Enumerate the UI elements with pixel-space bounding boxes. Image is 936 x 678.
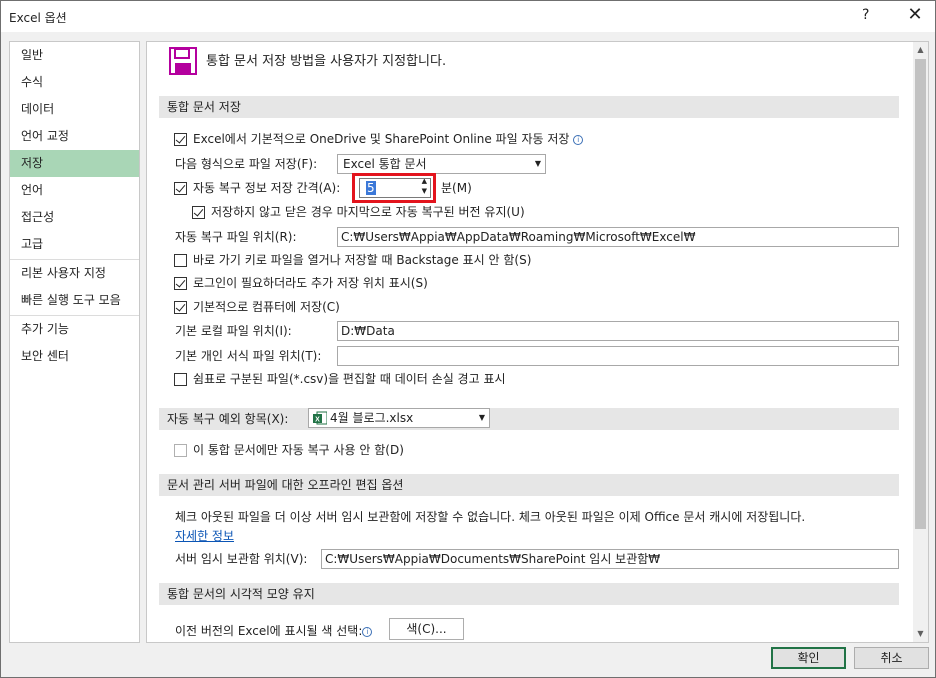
csv-data-loss-warning-label: 쉼표로 구분된 파일(*.csv)을 편집할 때 데이터 손실 경고 표시 [193,372,506,386]
sidebar-item-general[interactable]: 일반 [10,42,139,69]
sidebar-item-quick-access-toolbar[interactable]: 빠른 실행 도구 모음 [10,287,139,314]
save-to-computer-checkbox[interactable] [174,301,187,314]
svg-text:X: X [315,417,320,424]
sidebar-item-formulas[interactable]: 수식 [10,69,139,96]
help-icon[interactable]: ? [862,7,869,23]
scrollbar-thumb[interactable] [915,59,926,529]
keep-last-autorecovered-checkbox[interactable] [192,206,205,219]
server-drafts-location-label: 서버 임시 보관함 위치(V): [175,552,308,566]
disable-autorecover-label: 이 통합 문서에만 자동 복구 사용 안 함(D) [193,443,404,457]
section-offline-editing: 문서 관리 서버 파일에 대한 오프라인 편집 옵션 [159,474,899,496]
section-visual-appearance: 통합 문서의 시각적 모양 유지 [159,583,899,605]
local-file-location-label: 기본 로컬 파일 위치(I): [175,324,292,338]
section-save-workbooks: 통합 문서 저장 [159,96,899,118]
sidebar-item-add-ins[interactable]: 추가 기능 [10,316,139,343]
autorecover-unit-label: 분(M) [441,181,472,195]
server-drafts-location-input[interactable]: C:₩Users₩Appia₩Documents₩SharePoint 임시 보… [321,549,899,569]
scroll-up-icon[interactable]: ▲ [913,42,928,58]
autorecover-checkbox[interactable] [174,182,187,195]
offline-editing-description: 체크 아웃된 파일을 더 이상 서버 임시 보관함에 저장할 수 없습니다. 체… [175,510,806,524]
personal-templates-location-input[interactable] [337,346,899,366]
legacy-colors-label: 이전 버전의 Excel에 표시될 색 선택: i [175,623,373,639]
sidebar: 일반 수식 데이터 언어 교정 저장 언어 접근성 고급 리본 사용자 지정 빠… [9,41,140,643]
title-bar: Excel 옵션 ? ✕ [1,1,935,32]
cancel-button[interactable]: 취소 [854,647,929,669]
disable-autorecover-checkbox[interactable] [174,444,187,457]
onedrive-autosave-checkbox[interactable] [174,133,187,146]
autorecover-exceptions-dropdown[interactable]: X 4월 블로그.xlsx ▼ [308,408,490,428]
close-icon[interactable]: ✕ [905,4,925,25]
save-format-dropdown[interactable]: Excel 통합 문서 ▼ [337,154,546,174]
save-format-label: 다음 형식으로 파일 저장(F): [175,157,318,171]
autorecover-exceptions-file: 4월 블로그.xlsx [330,411,414,425]
page-header-text: 통합 문서 저장 방법을 사용자가 지정합니다. [206,54,447,69]
autorecover-label: 자동 복구 정보 저장 간격(A): [193,181,341,195]
save-format-value: Excel 통합 문서 [343,157,427,171]
info-icon[interactable]: i [362,626,373,637]
autorecover-location-label: 자동 복구 파일 위치(R): [175,230,297,244]
scroll-down-icon[interactable]: ▼ [913,626,928,642]
save-disk-icon [169,47,197,75]
no-backstage-label: 바로 가기 키로 파일을 열거나 저장할 때 Backstage 표시 안 함(… [193,253,532,267]
sidebar-item-advanced[interactable]: 고급 [10,231,139,258]
excel-file-icon: X [313,411,327,425]
keep-last-autorecovered-label: 저장하지 않고 닫은 경우 마지막으로 자동 복구된 버전 유지(U) [211,205,525,219]
personal-templates-location-label: 기본 개인 서식 파일 위치(T): [175,349,322,363]
vertical-scrollbar[interactable]: ▲ ▼ [913,42,928,642]
highlight-box [352,173,436,203]
sidebar-item-proofing[interactable]: 언어 교정 [10,123,139,150]
save-to-computer-label: 기본적으로 컴퓨터에 저장(C) [193,300,340,314]
local-file-location-input[interactable]: D:₩Data [337,321,899,341]
section-autorecover-exceptions: 자동 복구 예외 항목(X): [159,408,899,430]
no-backstage-checkbox[interactable] [174,254,187,267]
sidebar-item-trust-center[interactable]: 보안 센터 [10,343,139,370]
excel-options-dialog: Excel 옵션 ? ✕ 일반 수식 데이터 언어 교정 저장 언어 접근성 고… [0,0,936,678]
sidebar-item-accessibility[interactable]: 접근성 [10,204,139,231]
chevron-down-icon: ▼ [534,159,541,168]
sidebar-item-save[interactable]: 저장 [10,150,139,177]
sidebar-item-language[interactable]: 언어 [10,177,139,204]
csv-data-loss-warning-checkbox[interactable] [174,373,187,386]
autorecover-location-input[interactable]: C:₩Users₩Appia₩AppData₩Roaming₩Microsoft… [337,227,899,247]
show-additional-places-checkbox[interactable] [174,277,187,290]
onedrive-autosave-label: Excel에서 기본적으로 OneDrive 및 SharePoint Onli… [193,131,584,147]
colors-button[interactable]: 색(C)... [389,618,464,640]
show-additional-places-label: 로그인이 필요하더라도 추가 저장 위치 표시(S) [193,276,428,290]
sidebar-item-customize-ribbon[interactable]: 리본 사용자 지정 [10,260,139,287]
ok-button[interactable]: 확인 [771,647,846,669]
info-icon[interactable]: i [573,134,584,145]
learn-more-link[interactable]: 자세한 정보 [175,528,234,544]
window-title: Excel 옵션 [9,11,67,25]
sidebar-item-data[interactable]: 데이터 [10,96,139,123]
chevron-down-icon: ▼ [478,413,485,422]
